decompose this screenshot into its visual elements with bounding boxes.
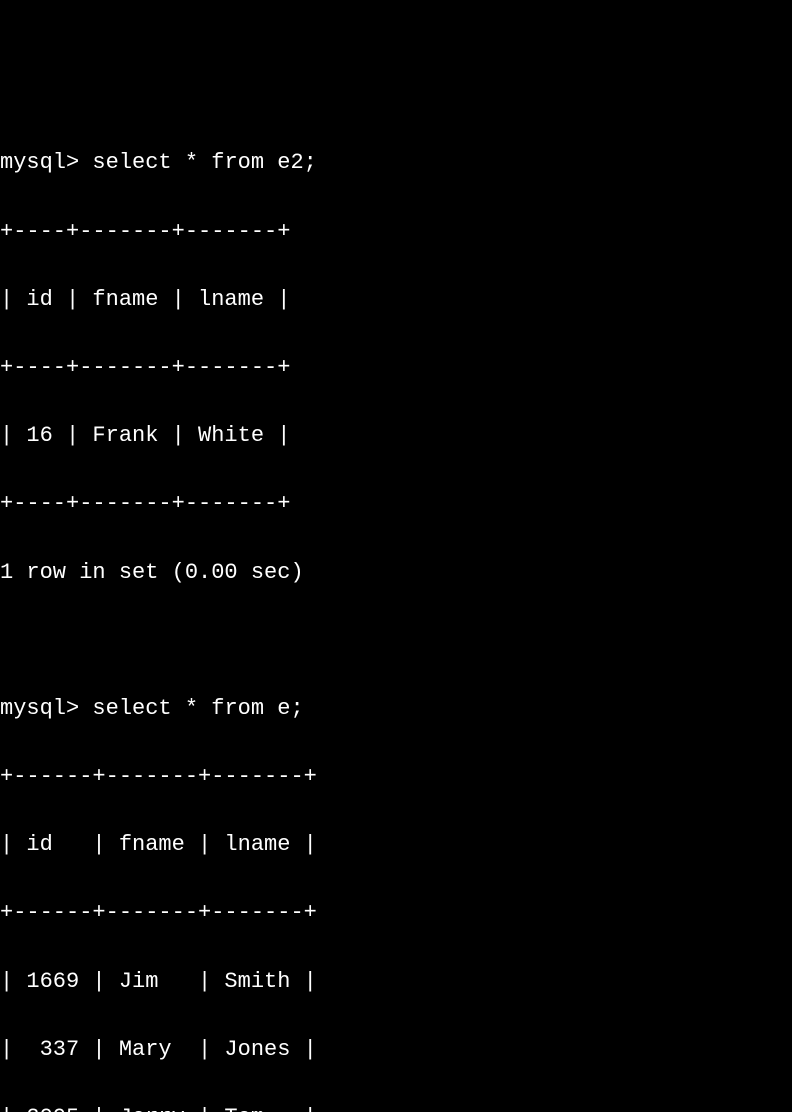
blank-line [0,624,792,658]
table-border: +----+-------+-------+ [0,487,792,521]
table-row: | 2005 | Jerry | Tom | [0,1101,792,1112]
table-row: | 16 | Frank | White | [0,419,792,453]
prompt-line-2[interactable]: mysql> select * from e; [0,692,792,726]
prompt-line-1[interactable]: mysql> select * from e2; [0,146,792,180]
mysql-prompt: mysql> [0,150,79,175]
status-text: 1 row in set (0.00 sec) [0,556,792,590]
table-header: | id | fname | lname | [0,828,792,862]
table-header: | id | fname | lname | [0,283,792,317]
table-row: | 337 | Mary | Jones | [0,1033,792,1067]
table-border: +------+-------+-------+ [0,896,792,930]
table-border: +------+-------+-------+ [0,760,792,794]
sql-command-2: select * from e; [92,696,303,721]
table-border: +----+-------+-------+ [0,215,792,249]
table-row: | 1669 | Jim | Smith | [0,965,792,999]
mysql-prompt: mysql> [0,696,79,721]
table-border: +----+-------+-------+ [0,351,792,385]
sql-command-1: select * from e2; [92,150,316,175]
